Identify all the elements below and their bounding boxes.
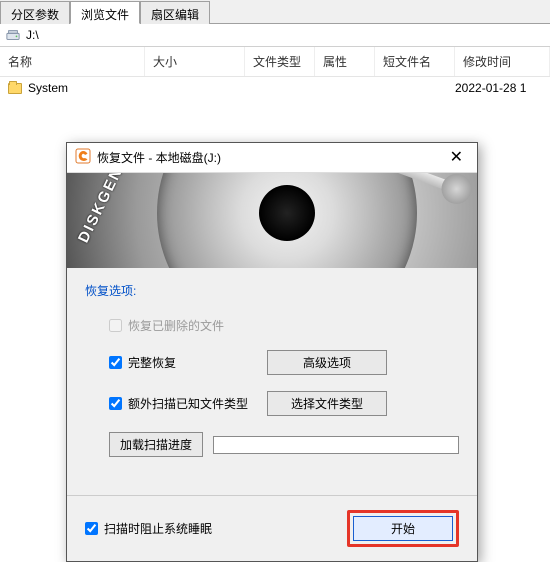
col-size[interactable]: 大小 — [145, 47, 245, 76]
col-short[interactable]: 短文件名 — [375, 47, 455, 76]
path-bar: J:\ — [0, 24, 550, 47]
dialog-banner: DISKGENIUS — [67, 173, 477, 268]
drive-icon — [6, 28, 20, 42]
opt-recover-deleted-checkbox — [109, 319, 122, 332]
dialog-footer: 扫描时阻止系统睡眠 开始 — [67, 495, 477, 561]
opt-prevent-sleep-checkbox[interactable] — [85, 522, 98, 535]
file-column-headers: 名称 大小 文件类型 属性 短文件名 修改时间 — [0, 47, 550, 77]
tab-partition-params[interactable]: 分区参数 — [0, 1, 70, 24]
opt-extra-scan[interactable]: 额外扫描已知文件类型 — [109, 395, 259, 412]
opt-extra-scan-checkbox[interactable] — [109, 397, 122, 410]
col-attr[interactable]: 属性 — [315, 47, 375, 76]
file-mtime: 2022-01-28 1 — [455, 81, 526, 95]
recover-files-dialog: 恢复文件 - 本地磁盘(J:) ✕ DISKGENIUS 恢复选项: 恢复已删除… — [66, 142, 478, 562]
dialog-title: 恢复文件 - 本地磁盘(J:) — [97, 149, 438, 166]
main-tabs: 分区参数 浏览文件 扇区编辑 — [0, 0, 550, 24]
advanced-options-button[interactable]: 高级选项 — [267, 350, 387, 375]
select-file-types-button[interactable]: 选择文件类型 — [267, 391, 387, 416]
col-type[interactable]: 文件类型 — [245, 47, 315, 76]
path-text: J:\ — [26, 28, 39, 42]
opt-full-recover[interactable]: 完整恢复 — [109, 354, 259, 371]
opt-full-recover-checkbox[interactable] — [109, 356, 122, 369]
opt-prevent-sleep-label: 扫描时阻止系统睡眠 — [104, 520, 212, 537]
folder-icon — [8, 83, 22, 94]
opt-full-recover-label: 完整恢复 — [128, 354, 176, 371]
dialog-body: 恢复选项: 恢复已删除的文件 完整恢复 高级选项 额外扫描已知文件类型 — [67, 268, 477, 471]
opt-extra-scan-label: 额外扫描已知文件类型 — [128, 395, 248, 412]
start-button-highlight: 开始 — [347, 510, 459, 547]
recovery-options-label: 恢复选项: — [85, 282, 459, 299]
start-button[interactable]: 开始 — [353, 516, 453, 541]
tab-browse-files[interactable]: 浏览文件 — [70, 1, 140, 24]
app-icon — [75, 148, 91, 167]
opt-prevent-sleep[interactable]: 扫描时阻止系统睡眠 — [85, 520, 212, 537]
scan-progress-bar — [213, 436, 459, 454]
col-mtime[interactable]: 修改时间 — [455, 47, 550, 76]
close-icon[interactable]: ✕ — [444, 148, 469, 168]
col-name[interactable]: 名称 — [0, 47, 145, 76]
list-item[interactable]: System 2022-01-28 1 — [0, 77, 550, 99]
brand-text: DISKGENIUS — [75, 173, 140, 245]
file-name: System — [28, 81, 161, 95]
tab-sector-edit[interactable]: 扇区编辑 — [140, 1, 210, 24]
file-list: System 2022-01-28 1 恢复文件 - 本地磁盘(J:) ✕ DI… — [0, 77, 550, 497]
dialog-titlebar: 恢复文件 - 本地磁盘(J:) ✕ — [67, 143, 477, 173]
opt-recover-deleted-label: 恢复已删除的文件 — [128, 317, 224, 334]
opt-recover-deleted: 恢复已删除的文件 — [109, 317, 224, 334]
load-scan-progress-button[interactable]: 加载扫描进度 — [109, 432, 203, 457]
